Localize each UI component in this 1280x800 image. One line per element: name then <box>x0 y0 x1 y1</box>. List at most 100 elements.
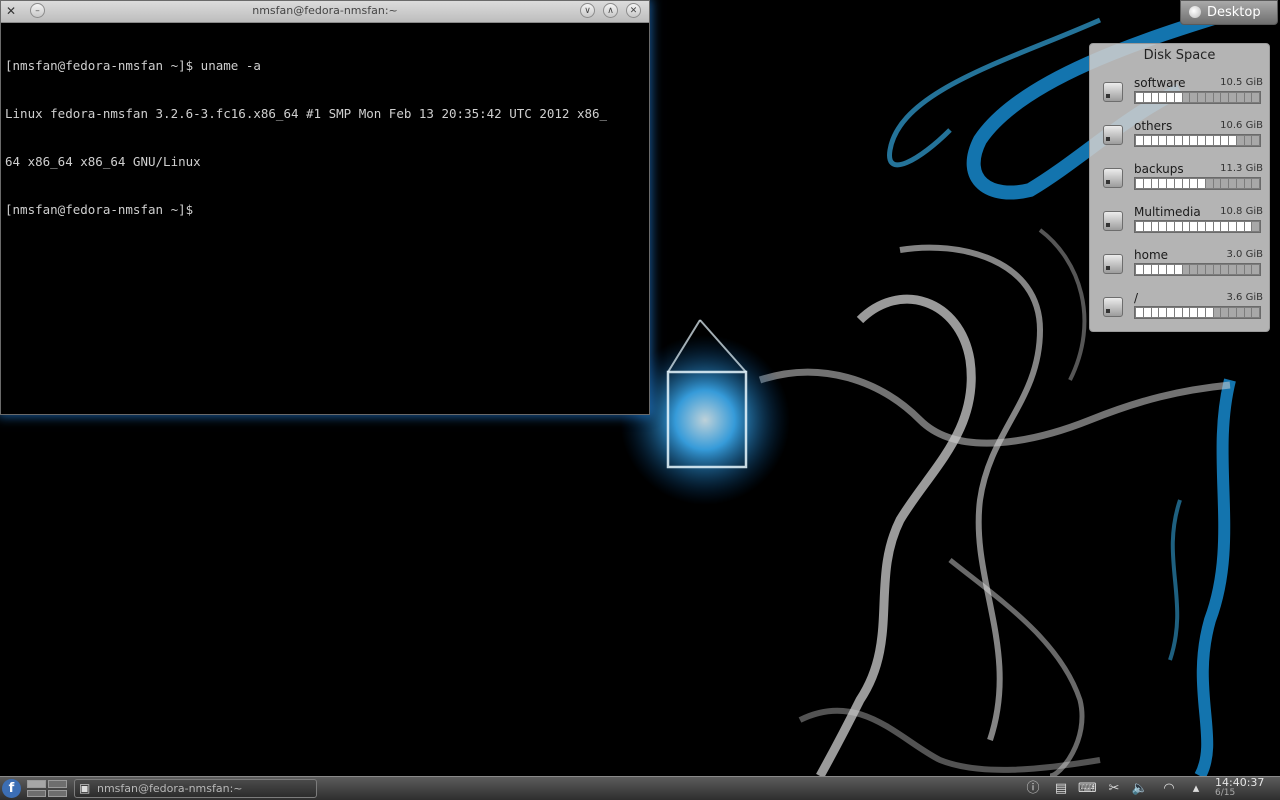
usage-segment <box>1252 93 1259 102</box>
usage-segment <box>1198 222 1205 231</box>
terminal-output[interactable]: [nmsfan@fedora-nmsfan ~]$ uname -a Linux… <box>1 23 649 414</box>
close-button[interactable]: ✕ <box>626 3 641 18</box>
usage-segment <box>1167 179 1174 188</box>
usage-segment <box>1190 265 1197 274</box>
usage-segment <box>1143 179 1151 188</box>
usage-segment <box>1229 93 1236 102</box>
usage-segment <box>1182 265 1190 274</box>
usage-segment <box>1229 308 1236 317</box>
usage-segment <box>1151 265 1159 274</box>
usage-segment <box>1190 93 1197 102</box>
usage-segment <box>1136 222 1143 231</box>
terminal-window[interactable]: ✕ – nmsfan@fedora-nmsfan:~ ∨ ∧ ✕ [nmsfan… <box>0 0 650 415</box>
usage-segment <box>1252 222 1259 231</box>
disk-size: 10.6 GiB <box>1220 120 1263 131</box>
widget-title: Disk Space <box>1143 48 1216 63</box>
disk-item[interactable]: software 10.5 GiB <box>1090 76 1271 116</box>
usage-segment <box>1151 308 1159 317</box>
pager-desktop-4[interactable] <box>48 789 67 797</box>
terminal-line: [nmsfan@fedora-nmsfan ~]$ uname -a <box>5 58 261 73</box>
desktop-pager[interactable] <box>27 780 67 797</box>
disk-name: others <box>1134 119 1173 133</box>
clock[interactable]: 14:40:37 6/15 <box>1215 777 1264 799</box>
drive-icon <box>1103 211 1123 231</box>
usage-segment <box>1167 136 1174 145</box>
usage-segment <box>1167 265 1174 274</box>
disk-item[interactable]: Multimedia 10.8 GiB <box>1090 205 1271 245</box>
clock-time: 14:40:37 <box>1215 776 1265 789</box>
usage-segment <box>1174 179 1182 188</box>
disk-item[interactable]: home 3.0 GiB <box>1090 248 1271 288</box>
terminal-line: Linux fedora-nmsfan 3.2.6-3.fc16.x86_64 … <box>5 106 608 121</box>
keyboard-icon[interactable]: ⌨ <box>1078 780 1097 798</box>
pager-desktop-2[interactable] <box>48 780 67 788</box>
disk-item[interactable]: / 3.6 GiB <box>1090 291 1271 331</box>
desktop-toolbox-button[interactable]: Desktop <box>1180 0 1278 25</box>
terminal-icon: ▣ <box>79 781 91 795</box>
pager-desktop-3[interactable] <box>27 789 46 797</box>
drive-icon <box>1103 254 1123 274</box>
usage-segment <box>1143 308 1151 317</box>
usage-segment <box>1136 179 1143 188</box>
disk-item[interactable]: backups 11.3 GiB <box>1090 162 1271 202</box>
usage-segment <box>1136 265 1143 274</box>
chevron-down-icon: ∨ <box>584 6 591 16</box>
usage-segment <box>1221 136 1228 145</box>
maximize-button[interactable]: ∧ <box>603 3 618 18</box>
usage-segment <box>1190 308 1197 317</box>
usage-segment <box>1229 136 1236 145</box>
clipboard-icon[interactable]: ✂ <box>1105 780 1123 798</box>
usage-segment <box>1151 222 1159 231</box>
usage-segment <box>1143 265 1151 274</box>
info-icon[interactable]: ⓘ <box>1024 780 1042 798</box>
usage-segment <box>1244 265 1252 274</box>
usage-segment <box>1221 308 1228 317</box>
disk-size: 11.3 GiB <box>1220 163 1263 174</box>
usage-segment <box>1182 93 1190 102</box>
usage-segment <box>1182 308 1190 317</box>
usage-segment <box>1190 136 1197 145</box>
fedora-menu-icon[interactable]: f <box>2 779 21 798</box>
taskbar-task-terminal[interactable]: ▣ nmsfan@fedora-nmsfan:~ <box>74 779 317 798</box>
terminal-line: [nmsfan@fedora-nmsfan ~]$ <box>5 202 194 217</box>
usage-segment <box>1136 136 1143 145</box>
usage-segment <box>1252 265 1259 274</box>
disk-space-widget[interactable]: Disk Space software 10.5 GiB others 10.6 Gi… <box>1089 43 1270 332</box>
usage-segment <box>1167 93 1174 102</box>
usage-segment <box>1198 93 1205 102</box>
usage-segment <box>1174 265 1182 274</box>
drive-icon <box>1103 168 1123 188</box>
usage-segment <box>1229 222 1236 231</box>
pager-desktop-1[interactable] <box>27 780 46 788</box>
usage-segment <box>1236 222 1244 231</box>
wifi-icon[interactable]: ◠ <box>1160 780 1178 798</box>
minimize-button[interactable]: ∨ <box>580 3 595 18</box>
disk-size: 10.5 GiB <box>1220 77 1263 88</box>
usage-segment <box>1236 308 1244 317</box>
window-titlebar[interactable]: ✕ – nmsfan@fedora-nmsfan:~ ∨ ∧ ✕ <box>1 1 649 23</box>
usage-segment <box>1143 136 1151 145</box>
usage-segment <box>1236 136 1244 145</box>
volume-icon[interactable]: 🔈 <box>1131 780 1149 798</box>
drive-icon <box>1103 297 1123 317</box>
notes-icon[interactable]: ▤ <box>1052 780 1070 798</box>
disk-usage-bar <box>1134 177 1261 190</box>
disk-name: home <box>1134 248 1169 262</box>
usage-segment <box>1190 222 1197 231</box>
disk-item[interactable]: others 10.6 GiB <box>1090 119 1271 159</box>
desktop-icon <box>1189 6 1201 18</box>
disk-usage-bar <box>1134 220 1261 233</box>
usage-segment <box>1159 308 1166 317</box>
usage-segment <box>1221 265 1228 274</box>
usage-segment <box>1198 179 1205 188</box>
usage-segment <box>1151 136 1159 145</box>
usage-segment <box>1252 136 1259 145</box>
desktop-label: Desktop <box>1207 5 1261 20</box>
usage-segment <box>1136 308 1143 317</box>
usage-segment <box>1213 308 1221 317</box>
disk-name: Multimedia <box>1134 205 1201 219</box>
disk-usage-bar <box>1134 306 1261 319</box>
usage-segment <box>1205 136 1213 145</box>
usage-segment <box>1244 308 1252 317</box>
expand-icon[interactable]: ▴ <box>1187 780 1205 798</box>
